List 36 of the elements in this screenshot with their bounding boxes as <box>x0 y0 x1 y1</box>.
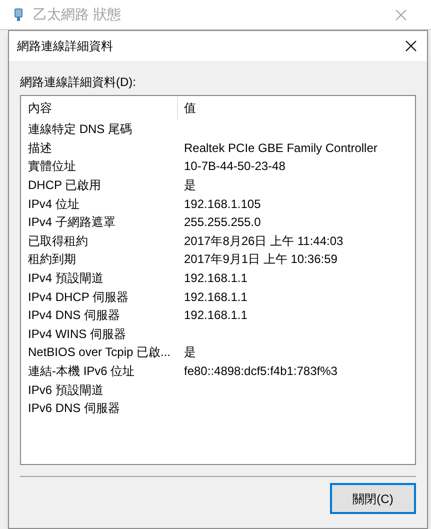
column-header[interactable]: 值 <box>178 96 196 120</box>
close-button[interactable]: 關閉(C) <box>330 483 416 514</box>
property-cell-text: IPv4 位址 <box>27 196 80 213</box>
value-cell-text: 192.168.1.1 <box>183 288 248 306</box>
property-cell-text: 描述 <box>27 140 53 157</box>
value-cell-text: 是 <box>183 344 196 362</box>
list-label: 網路連線詳細資料(D): <box>20 74 137 91</box>
property-cell-text: 實體位址 <box>27 158 77 176</box>
value-cell-text: 192.168.1.105 <box>183 196 261 213</box>
property-cell-text: IPv4 子網路遮罩 <box>27 214 116 232</box>
property-cell-text: 連線特定 DNS 尾碼 <box>27 121 134 138</box>
value-cell-text: 2017年8月26日 上午 11:44:03 <box>183 232 344 250</box>
value-cell-text: Realtek PCIe GBE Family Controller <box>183 140 378 157</box>
column-header[interactable]: 內容 <box>21 96 178 120</box>
value-cell-text: fe80::4898:dcf5:f4b1:783f%3 <box>183 363 338 380</box>
close-icon[interactable] <box>405 40 417 52</box>
network-adapter-icon <box>14 8 23 22</box>
property-cell-text: DHCP 已啟用 <box>27 177 102 194</box>
value-cell-text: 255.255.255.0 <box>183 214 261 232</box>
value-cell-text: 192.168.1.1 <box>183 270 248 288</box>
property-cell-text: IPv6 DNS 伺服器 <box>27 400 122 418</box>
property-cell-text: 已取得租約 <box>27 232 89 250</box>
parent-window-title: 乙太網路 狀態 <box>33 5 122 24</box>
value-cell-text: 192.168.1.1 <box>183 307 248 324</box>
value-cell-text: 10-7B-44-50-23-48 <box>183 158 286 176</box>
dialog-title: 網路連線詳細資料 <box>17 38 114 55</box>
value-cell-text: 2017年9月1日 上午 10:36:59 <box>183 251 338 268</box>
property-cell-text: IPv4 DNS 伺服器 <box>27 307 122 324</box>
value-cell-text: 是 <box>183 177 196 194</box>
property-cell-text: 租約到期 <box>27 251 77 268</box>
property-cell-text: IPv4 WINS 伺服器 <box>27 326 128 343</box>
property-cell-text: IPv4 預設閘道 <box>27 270 104 288</box>
property-cell-text: IPv6 預設閘道 <box>27 382 104 399</box>
property-cell-text: 連結-本機 IPv6 位址 <box>27 363 136 380</box>
property-cell-text: IPv4 DHCP 伺服器 <box>27 288 130 306</box>
property-cell-text: NetBIOS over Tcpip 已啟... <box>27 344 172 362</box>
